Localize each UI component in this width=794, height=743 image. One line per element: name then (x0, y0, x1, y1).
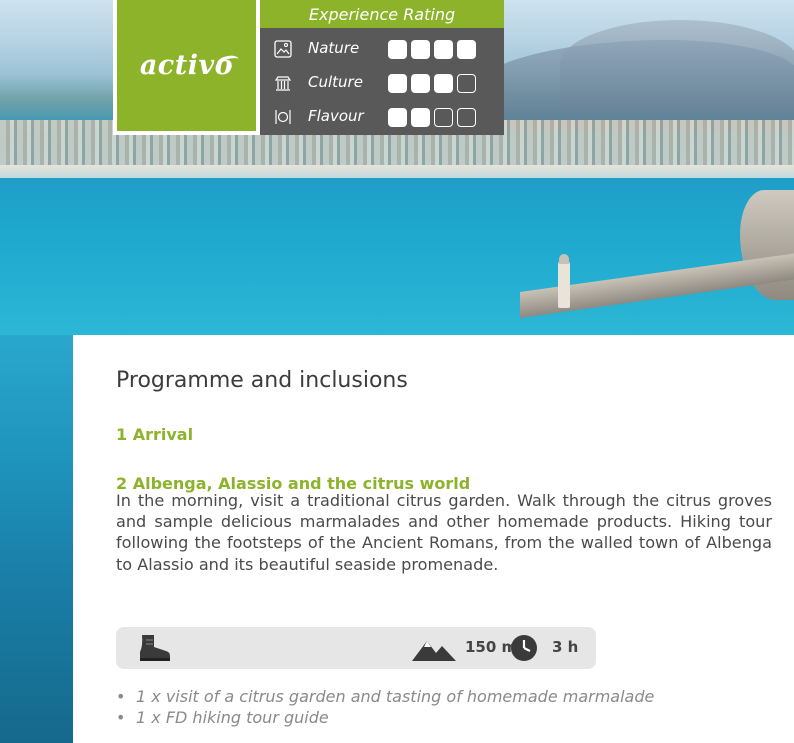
rating-square-filled (434, 40, 453, 59)
hike-stats-bar: 150 m 3 h (116, 627, 596, 669)
hiking-boot-icon (140, 635, 170, 661)
rating-square-empty (434, 108, 453, 127)
experience-rating-panel: Experience Rating Nature Culture Flavour (260, 0, 504, 135)
rating-row-flavour: Flavour (260, 104, 504, 132)
hills-shape (470, 40, 794, 130)
rating-square-filled (411, 108, 430, 127)
rating-square-empty (457, 74, 476, 93)
nature-icon (274, 40, 292, 58)
rating-square-filled (388, 40, 407, 59)
mountain-icon (412, 641, 456, 661)
rating-label-nature: Nature (308, 39, 360, 57)
section-heading: Programme and inclusions (116, 368, 408, 393)
inclusions-list: 1 x visit of a citrus garden and tasting… (116, 686, 654, 728)
rating-square-filled (411, 74, 430, 93)
rating-label-flavour: Flavour (308, 107, 364, 125)
rating-square-filled (411, 40, 430, 59)
day-2-description: In the morning, visit a traditional citr… (116, 491, 772, 574)
list-item: 1 x visit of a citrus garden and tasting… (116, 686, 654, 707)
rating-square-empty (457, 108, 476, 127)
logo-frame: activo (113, 0, 260, 135)
culture-icon (274, 76, 292, 91)
sea (0, 178, 794, 335)
left-photo-strip (0, 335, 73, 743)
rating-square-filled (457, 40, 476, 59)
activo-logo: activo (117, 0, 256, 131)
rating-square-filled (434, 74, 453, 93)
rating-row-culture: Culture (260, 70, 504, 98)
rating-square-filled (388, 108, 407, 127)
brochure-page: activo Experience Rating Nature Culture … (0, 0, 794, 743)
day-1-title: 1 Arrival (116, 425, 194, 444)
shoreline (0, 165, 794, 179)
list-item: 1 x FD hiking tour guide (116, 707, 654, 728)
duration-value: 3 h (552, 638, 579, 656)
rating-row-nature: Nature (260, 36, 504, 64)
flavour-icon (275, 110, 291, 124)
rating-label-culture: Culture (308, 73, 363, 91)
clock-icon (511, 635, 537, 661)
rating-square-filled (388, 74, 407, 93)
rating-title: Experience Rating (260, 0, 504, 28)
lighthouse (558, 254, 570, 308)
